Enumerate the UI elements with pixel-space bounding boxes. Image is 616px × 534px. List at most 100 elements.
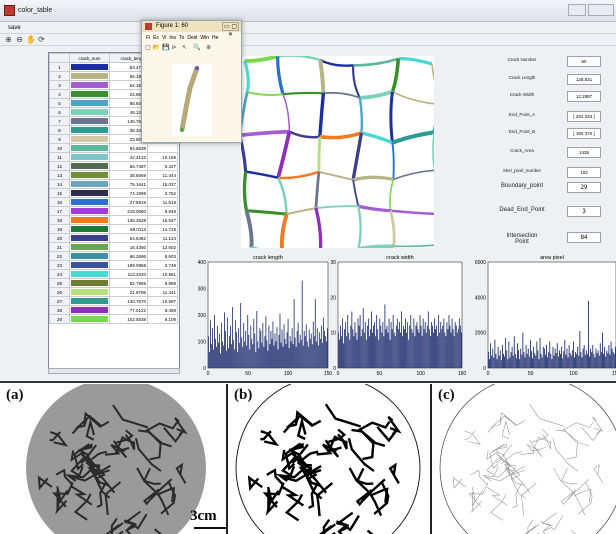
table-scrollbar[interactable] <box>48 368 180 374</box>
crack-length-cell[interactable]: 75.1641 <box>109 179 148 189</box>
crack-color-cell[interactable] <box>69 233 110 243</box>
extra-cell[interactable]: 16.547 <box>147 215 178 225</box>
table-row[interactable]: 19 88.0113 14.718 <box>49 224 178 234</box>
close-button[interactable] <box>588 4 614 16</box>
crack-color-cell[interactable] <box>69 125 110 135</box>
crack-length-cell[interactable]: 42.2132 <box>109 152 148 162</box>
property-value-field[interactable]: 60 <box>567 56 601 67</box>
extra-cell[interactable]: 12.602 <box>147 242 178 252</box>
extra-cell[interactable]: 8.948 <box>147 206 178 216</box>
figure-menu-item[interactable]: To <box>179 34 184 43</box>
crack-length-cell[interactable]: 15.4350 <box>109 242 148 252</box>
crack-color-cell[interactable] <box>69 224 110 234</box>
table-row[interactable]: 27 140.7670 10.597 <box>49 296 178 306</box>
crack-color-cell[interactable] <box>69 116 110 126</box>
property-value-field[interactable]: [ 190 370 ] <box>567 128 601 139</box>
table-row[interactable]: 16 27.5919 11.619 <box>49 197 178 207</box>
table-row[interactable]: 26 21.9796 11.441 <box>49 287 178 297</box>
figure-window-buttons[interactable]: ▭ ▢ ✕ <box>222 22 239 38</box>
pan-icon[interactable]: ✋ <box>26 35 36 44</box>
property-value-field[interactable]: 3 <box>567 206 601 217</box>
extra-cell[interactable]: 3.748 <box>147 260 178 270</box>
extra-cell[interactable]: 11.619 <box>147 197 178 207</box>
table-row[interactable]: 22 66.2696 8.603 <box>49 251 178 261</box>
crack-color-cell[interactable] <box>69 305 110 315</box>
property-value-field[interactable]: 29 <box>567 182 601 193</box>
property-value-field[interactable]: 102 <box>567 167 601 178</box>
extra-cell[interactable] <box>147 143 178 153</box>
crack-length-cell[interactable]: 66.2696 <box>109 251 148 261</box>
extra-cell[interactable]: 11.441 <box>147 287 178 297</box>
table-row[interactable]: 12 66.7487 5.427 <box>49 161 178 171</box>
crack-color-cell[interactable] <box>69 197 110 207</box>
property-value-field[interactable]: [ 281 334 ] <box>567 111 601 122</box>
property-value-field[interactable]: 84 <box>567 232 601 243</box>
minimize-button[interactable] <box>568 4 586 16</box>
table-row[interactable]: 21 15.4350 12.602 <box>49 242 178 252</box>
table-row[interactable]: 24 113.3320 10.961 <box>49 269 178 279</box>
crack-color-cell[interactable] <box>69 188 110 198</box>
crack-length-cell[interactable]: 88.0113 <box>109 224 148 234</box>
crack-length-cell[interactable]: 21.9796 <box>109 287 148 297</box>
crack-length-cell[interactable]: 28.6569 <box>109 170 148 180</box>
crack-length-cell[interactable]: 102.5538 <box>109 314 148 324</box>
crack-color-cell[interactable] <box>69 206 110 216</box>
table-row[interactable]: 18 135.3528 16.547 <box>49 215 178 225</box>
crack-color-cell[interactable] <box>69 269 110 279</box>
property-value-field[interactable]: 128.831 <box>567 74 601 85</box>
extra-cell[interactable]: 10.169 <box>147 152 178 162</box>
extra-cell[interactable]: 10.597 <box>147 296 178 306</box>
table-row[interactable]: 10 84.6639 <box>49 143 178 153</box>
crack-length-cell[interactable]: 140.7670 <box>109 296 148 306</box>
crack-color-cell[interactable] <box>69 242 110 252</box>
table-row[interactable]: 13 28.6569 11.444 <box>49 170 178 180</box>
extra-cell[interactable]: 9.109 <box>147 314 178 324</box>
crack-color-cell[interactable] <box>69 161 110 171</box>
menu-save[interactable]: save <box>8 22 21 34</box>
zoom-out-icon[interactable]: ⊖ <box>15 35 24 44</box>
table-row[interactable]: 15 74.1899 3.752 <box>49 188 178 198</box>
table-row[interactable]: 11 42.2132 10.169 <box>49 152 178 162</box>
figure-menu-item[interactable]: Ins <box>169 34 176 43</box>
crack-color-cell[interactable] <box>69 98 110 108</box>
property-value-field[interactable]: 12.2887 <box>567 91 601 102</box>
crack-length-cell[interactable]: 82.7965 <box>109 278 148 288</box>
crack-color-cell[interactable] <box>69 80 110 90</box>
rotate-icon[interactable]: ⟳ <box>37 35 46 44</box>
property-value-field[interactable]: 1436 <box>567 147 601 158</box>
crack-color-cell[interactable] <box>69 296 110 306</box>
crack-color-cell[interactable] <box>69 314 110 324</box>
figure-toolbar[interactable]: ▢📂💾⊳ ↖ 🔍 ⊕ <box>142 44 241 53</box>
crack-length-cell[interactable]: 54.6482 <box>109 233 148 243</box>
crack-color-cell[interactable] <box>69 107 110 117</box>
crack-length-cell[interactable]: 66.7487 <box>109 161 148 171</box>
crack-color-cell[interactable] <box>69 152 110 162</box>
extra-cell[interactable]: 15.037 <box>147 179 178 189</box>
figure-menu-item[interactable]: Vi <box>162 34 166 43</box>
extra-cell[interactable]: 11.444 <box>147 170 178 180</box>
extra-cell[interactable]: 5.427 <box>147 161 178 171</box>
extra-cell[interactable]: 8.603 <box>147 251 178 261</box>
figure-window[interactable]: Figure 1: 60 ▭ ▢ ✕ Fi Ec Vi Ins To Desl Win He … <box>141 20 242 143</box>
figure-menu-item[interactable]: He <box>212 34 218 43</box>
crack-length-cell[interactable]: 113.3320 <box>109 269 148 279</box>
extra-cell[interactable]: 8.459 <box>147 305 178 315</box>
crack-length-cell[interactable]: 84.6639 <box>109 143 148 153</box>
crack-color-cell[interactable] <box>69 134 110 144</box>
table-row[interactable]: 17 219.0680 8.948 <box>49 206 178 216</box>
crack-color-cell[interactable] <box>69 62 110 72</box>
crack-length-cell[interactable]: 219.0680 <box>109 206 148 216</box>
crack-length-cell[interactable]: 77.0122 <box>109 305 148 315</box>
extra-cell[interactable]: 11.124 <box>147 233 178 243</box>
crack-color-cell[interactable] <box>69 287 110 297</box>
crack-length-cell[interactable]: 135.3528 <box>109 215 148 225</box>
crack-color-cell[interactable] <box>69 143 110 153</box>
crack-color-cell[interactable] <box>69 71 110 81</box>
table-row[interactable]: 23 199.0868 3.748 <box>49 260 178 270</box>
table-row[interactable]: 20 54.6482 11.124 <box>49 233 178 243</box>
extra-cell[interactable]: 8.898 <box>147 278 178 288</box>
crack-color-cell[interactable] <box>69 260 110 270</box>
figure-menu-item[interactable]: Ec <box>153 34 159 43</box>
extra-cell[interactable]: 10.961 <box>147 269 178 279</box>
crack-length-cell[interactable]: 74.1899 <box>109 188 148 198</box>
